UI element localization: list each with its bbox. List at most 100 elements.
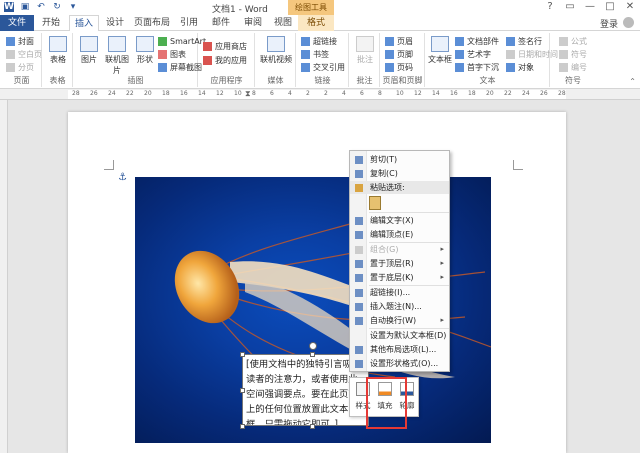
hyperlink-button[interactable]: 超链接 [301, 36, 337, 47]
horizontal-ruler[interactable]: 28 26 24 22 20 18 16 14 12 10 8 6 4 2 2 4 6 8 10 12 14 16 18 20… [0, 89, 640, 100]
undo-icon[interactable]: ↶ [36, 2, 46, 12]
screenshot-button[interactable]: 屏幕截图 [158, 62, 202, 73]
textbox-button[interactable]: 文本框 [427, 36, 453, 65]
ruler-number: 6 [360, 90, 364, 97]
user-icon[interactable] [623, 17, 634, 28]
menu-item-insert-caption[interactable]: 插入题注(N)... [350, 300, 449, 313]
cross-reference-button[interactable]: 交叉引用 [301, 62, 345, 73]
ribbon-display-icon[interactable]: ▭ [564, 1, 576, 12]
collapse-ribbon-icon[interactable]: ⌃ [629, 77, 636, 86]
ruler-number: 16 [180, 90, 188, 97]
ruler-number: 10 [396, 90, 404, 97]
cover-page-button[interactable]: 封面 [6, 36, 34, 47]
menu-item-set-default-textbox[interactable]: 设置为默认文本框(D) [350, 329, 449, 342]
copy-icon [355, 170, 363, 178]
submenu-arrow-icon: ▸ [440, 245, 444, 253]
tab-view[interactable]: 视图 [270, 15, 296, 31]
tab-insert[interactable]: 插入 [69, 15, 99, 32]
wrap-icon [355, 317, 363, 325]
my-apps-button[interactable]: 我的应用 [203, 55, 247, 66]
ruler-number: 12 [414, 90, 422, 97]
menu-item-send-to-back[interactable]: 置于底层(K) ▸ [350, 271, 449, 284]
resize-handle[interactable] [240, 352, 245, 357]
signature-icon [506, 37, 515, 46]
menu-item-edit-text[interactable]: 编辑文字(X) [350, 214, 449, 227]
menu-item-hyperlink[interactable]: 超链接(I)... [350, 286, 449, 299]
object-button[interactable]: 对象 [506, 62, 534, 73]
tab-review[interactable]: 审阅 [238, 15, 268, 31]
online-video-button[interactable]: 联机视频 [259, 36, 293, 65]
menu-item-copy[interactable]: 复制(C) [350, 167, 449, 180]
ruler-number: 22 [126, 90, 134, 97]
number-button[interactable]: 编号 [559, 62, 587, 73]
save-icon[interactable]: ▣ [20, 2, 30, 12]
chart-button[interactable]: 图表 [158, 49, 186, 60]
page-break-icon [6, 63, 15, 72]
margin-corner-mark [104, 160, 114, 170]
table-button[interactable]: 表格 [45, 36, 71, 65]
resize-handle[interactable] [240, 424, 245, 429]
ruler-number: 28 [72, 90, 80, 97]
sign-in-link[interactable]: 登录 [600, 17, 618, 30]
shapes-button[interactable]: 形状 [132, 36, 158, 65]
wordart-button[interactable]: 艺术字 [455, 49, 491, 60]
dropcap-button[interactable]: 首字下沉 [455, 62, 499, 73]
tab-design[interactable]: 设计 [100, 15, 130, 31]
menu-item-group[interactable]: 组合(G) ▸ [350, 243, 449, 256]
title-bar: W ▣ ↶ ↻ ▾ 文档1 - Word 绘图工具 ? ▭ — □ ✕ [0, 0, 640, 15]
tab-page-layout[interactable]: 页面布局 [132, 15, 172, 31]
page-break-button[interactable]: 分页 [6, 62, 34, 73]
group-label-header-footer: 页眉和页脚 [382, 76, 423, 85]
redo-icon[interactable]: ↻ [52, 2, 62, 12]
comment-icon [356, 36, 374, 52]
menu-item-more-layout-options[interactable]: 其他布局选项(L)... [350, 343, 449, 356]
indent-marker-icon[interactable]: ⧗ [245, 89, 251, 99]
picture-button[interactable]: 图片 [76, 36, 102, 65]
help-icon[interactable]: ? [544, 1, 556, 12]
quick-parts-button[interactable]: 文档部件 [455, 36, 499, 47]
tab-format[interactable]: 格式 [298, 15, 334, 31]
tab-mailings[interactable]: 邮件 [206, 15, 236, 31]
group-illustrations: 图片 联机图片 形状 SmartArt 图表 屏幕截图 插图 [74, 33, 206, 87]
tab-file[interactable]: 文件 [0, 15, 34, 31]
menu-item-bring-to-front[interactable]: 置于顶层(R) ▸ [350, 257, 449, 270]
resize-handle[interactable] [310, 352, 315, 357]
signature-line-button[interactable]: 签名行 [506, 36, 542, 47]
menu-item-format-shape[interactable]: 设置形状格式(O)... [350, 357, 449, 370]
ruler-number: 20 [144, 90, 152, 97]
equation-button[interactable]: 公式 [559, 36, 587, 47]
minimize-icon[interactable]: — [584, 1, 596, 12]
maximize-icon[interactable]: □ [604, 1, 616, 12]
paste-keep-source-icon[interactable] [369, 196, 381, 210]
tab-references[interactable]: 引用 [174, 15, 204, 31]
menu-item-edit-points[interactable]: 编辑顶点(E) [350, 228, 449, 241]
customize-qat-icon[interactable]: ▾ [68, 2, 78, 12]
app-store-button[interactable]: 应用商店 [203, 41, 247, 52]
header-button[interactable]: 页眉 [385, 36, 413, 47]
page-number-button[interactable]: 页码 [385, 62, 413, 73]
comment-button[interactable]: 批注 [352, 36, 378, 65]
footer-button[interactable]: 页脚 [385, 49, 413, 60]
bookmark-button[interactable]: 书签 [301, 49, 329, 60]
ruler-track: 28 26 24 22 20 18 16 14 12 10 8 6 4 2 2 4 6 8 10 12 14 16 18 20… [68, 90, 566, 99]
menu-item-cut[interactable]: 剪切(T) [350, 153, 449, 166]
window-controls: ? ▭ — □ ✕ [544, 1, 636, 12]
resize-handle[interactable] [240, 388, 245, 393]
close-icon[interactable]: ✕ [624, 1, 636, 12]
vertical-ruler[interactable] [0, 100, 8, 453]
drawing-tools-header: 绘图工具 [288, 0, 334, 15]
symbol-button[interactable]: 符号 [559, 49, 587, 60]
word-logo-icon: W [4, 2, 14, 12]
cover-page-icon [6, 37, 15, 46]
quick-access-toolbar: W ▣ ↶ ↻ ▾ [4, 2, 78, 12]
tab-home[interactable]: 开始 [36, 15, 66, 31]
resize-handle[interactable] [310, 424, 315, 429]
online-picture-button[interactable]: 联机图片 [102, 36, 132, 76]
ruler-number: 14 [198, 90, 206, 97]
rotate-handle[interactable] [309, 342, 317, 350]
hyperlink-icon [355, 289, 363, 297]
bookmark-icon [301, 50, 310, 59]
menu-item-wrap-text[interactable]: 自动换行(W) ▸ [350, 314, 449, 327]
blank-page-button[interactable]: 空白页 [6, 49, 42, 60]
ruler-number: 18 [162, 90, 170, 97]
